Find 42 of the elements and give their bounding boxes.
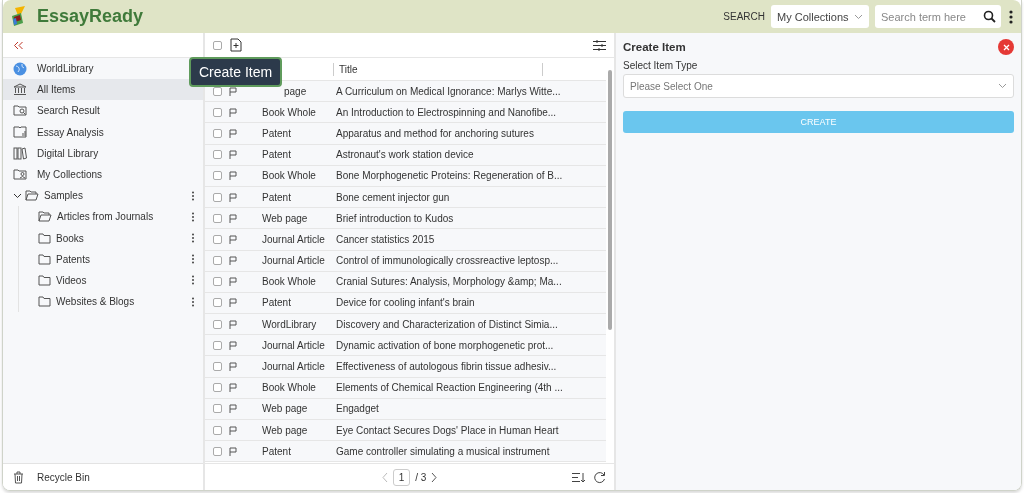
page-total: / 3	[415, 471, 427, 483]
title-cell-text: Cranial Sutures: Analysis, Morphology &amp; Ma...	[336, 276, 563, 288]
panel-title: Create Item	[623, 41, 686, 53]
type-cell-text: Book Whole	[262, 276, 317, 288]
type-cell-text: Book Whole	[262, 106, 317, 118]
type-cell-text: Book Whole	[262, 170, 317, 182]
type-cell-text: Journal Article	[262, 255, 326, 267]
title-cell-text: Brief introduction to Kudos	[336, 212, 455, 224]
type-cell-text: Patent	[262, 445, 292, 457]
title-cell-text: Dynamic activation of bone morphogenetic prot...	[336, 339, 555, 351]
title-cell-text: Device for cooling infant's brain	[336, 297, 476, 309]
type-cell-text: Web page	[262, 403, 309, 415]
app-logo: EssayReady	[37, 6, 144, 27]
type-cell-text: Patent	[262, 149, 292, 161]
title-cell-text: Engadget	[336, 403, 380, 415]
title-cell-text: An Introduction to Electrospinning and Nanofibe...	[336, 106, 558, 118]
field-label: Select Item Type	[623, 60, 699, 71]
type-cell-text: Journal Article	[262, 233, 326, 245]
type-cell-text: Patent	[262, 127, 292, 139]
title-cell-text: Bone cement injector gun	[336, 191, 451, 203]
title-cell-text: Control of immunologically crossreactive leptosp...	[336, 255, 560, 267]
type-cell-text: page	[283, 85, 308, 97]
type-cell-text: Web page	[262, 212, 309, 224]
title-cell-text: Effectiveness of autologous fibrin tissue adhesiv...	[336, 361, 558, 373]
title-cell-text: Eye Contact Secures Dogs' Place in Human Heart	[336, 424, 560, 436]
title-cell-text: Astronaut's work station device	[336, 149, 475, 161]
tooltip: Create Item	[189, 57, 283, 87]
search-label: SEARCH	[723, 11, 765, 22]
title-cell-text: Bone Morphogenetic Proteins: Regeneration of B...	[336, 170, 564, 182]
title-cell-text: A Curriculum on Medical Ignorance: Marlys Witte...	[336, 85, 562, 97]
type-cell-text: Journal Article	[262, 361, 326, 373]
title-cell-text: Cancer statistics 2015	[336, 233, 436, 245]
title-cell-text: Apparatus and method for anchoring sutures	[336, 127, 535, 139]
title-cell-text: Discovery and Characterization of Distinct Simia...	[336, 318, 559, 330]
title-cell-text: Elements of Chemical Reaction Engineering (4th ...	[336, 382, 564, 394]
type-cell-text: Patent	[262, 191, 292, 203]
type-cell-text: WordLibrary	[262, 318, 318, 330]
type-cell-text: Web page	[262, 424, 309, 436]
type-cell-text: Patent	[262, 297, 292, 309]
title-cell-text: Game controller simulating a musical instrument	[336, 445, 551, 457]
type-cell-text: Journal Article	[262, 339, 326, 351]
type-cell-text: Book Whole	[262, 382, 317, 394]
